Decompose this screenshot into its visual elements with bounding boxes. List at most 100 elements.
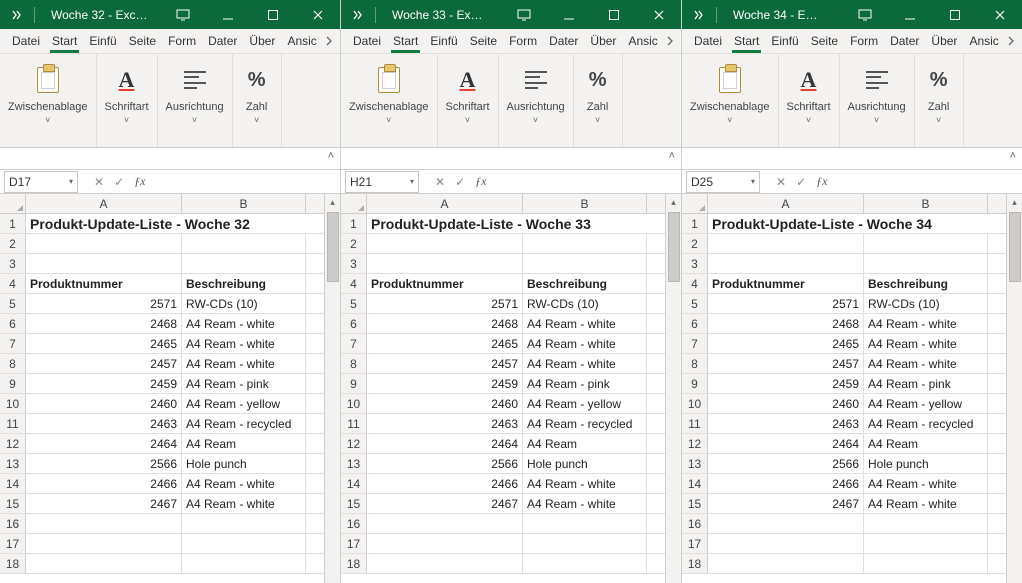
cell-a16[interactable] bbox=[708, 514, 864, 533]
name-box-dropdown-icon[interactable]: ▾ bbox=[69, 177, 73, 186]
maximize-button[interactable] bbox=[250, 0, 295, 29]
scroll-up-icon[interactable]: ▴ bbox=[1007, 194, 1022, 210]
column-header-a[interactable]: A bbox=[26, 194, 182, 213]
row-header-17[interactable]: 17 bbox=[341, 534, 367, 553]
menu-start[interactable]: Start bbox=[46, 30, 83, 52]
cell-b2[interactable] bbox=[182, 234, 306, 253]
autosave-icon[interactable] bbox=[351, 8, 365, 22]
cell-b3[interactable] bbox=[523, 254, 647, 273]
cell-a18[interactable] bbox=[26, 554, 182, 573]
cell-b5[interactable]: RW-CDs (10) bbox=[864, 294, 988, 313]
row-header-5[interactable]: 5 bbox=[341, 294, 367, 313]
cell-a14[interactable]: 2466 bbox=[708, 474, 864, 493]
ribbon-collapse-icon[interactable]: ˄ bbox=[1010, 150, 1016, 162]
ribbon-clipboard-dropdown-icon[interactable]: ˅ bbox=[727, 116, 732, 125]
cell-b2[interactable] bbox=[864, 234, 988, 253]
cell-a11[interactable]: 2463 bbox=[26, 414, 182, 433]
row-header-4[interactable]: 4 bbox=[341, 274, 367, 293]
accept-icon[interactable]: ✓ bbox=[455, 175, 465, 189]
cell-a18[interactable] bbox=[367, 554, 523, 573]
cell-b10[interactable]: A4 Ream - yellow bbox=[864, 394, 988, 413]
cell-b16[interactable] bbox=[182, 514, 306, 533]
row-header-14[interactable]: 14 bbox=[682, 474, 708, 493]
cell-b7[interactable]: A4 Ream - white bbox=[523, 334, 647, 353]
select-all-corner[interactable] bbox=[341, 194, 367, 213]
cell-a13[interactable]: 2566 bbox=[708, 454, 864, 473]
cell-a1[interactable]: Produkt-Update-Liste - Woche 34 bbox=[708, 214, 988, 233]
formula-input[interactable] bbox=[151, 171, 340, 193]
ribbon-alignment-dropdown-icon[interactable]: ˅ bbox=[874, 116, 879, 125]
cell-b18[interactable] bbox=[182, 554, 306, 573]
cell-b9[interactable]: A4 Ream - pink bbox=[182, 374, 306, 393]
ribbon-font-dropdown-icon[interactable]: ˅ bbox=[806, 116, 811, 125]
ribbon-alignment[interactable]: Ausrichtung˅ bbox=[499, 54, 574, 147]
close-button[interactable] bbox=[636, 0, 681, 29]
cell-a6[interactable]: 2468 bbox=[367, 314, 523, 333]
row-header-9[interactable]: 9 bbox=[341, 374, 367, 393]
row-header-17[interactable]: 17 bbox=[682, 534, 708, 553]
cell-b6[interactable]: A4 Ream - white bbox=[864, 314, 988, 333]
cell-a12[interactable]: 2464 bbox=[367, 434, 523, 453]
cell-b8[interactable]: A4 Ream - white bbox=[523, 354, 647, 373]
cell-a10[interactable]: 2460 bbox=[26, 394, 182, 413]
row-header-9[interactable]: 9 bbox=[0, 374, 26, 393]
minimize-button[interactable] bbox=[205, 0, 250, 29]
cell-a2[interactable] bbox=[708, 234, 864, 253]
cell-a9[interactable]: 2459 bbox=[367, 374, 523, 393]
row-header-6[interactable]: 6 bbox=[682, 314, 708, 333]
row-header-1[interactable]: 1 bbox=[341, 214, 367, 233]
row-header-2[interactable]: 2 bbox=[0, 234, 26, 253]
column-header-b[interactable]: B bbox=[523, 194, 647, 213]
ribbon-clipboard[interactable]: Zwischenablage˅ bbox=[341, 54, 438, 147]
row-header-12[interactable]: 12 bbox=[682, 434, 708, 453]
row-header-13[interactable]: 13 bbox=[0, 454, 26, 473]
row-header-13[interactable]: 13 bbox=[682, 454, 708, 473]
fx-icon[interactable]: ƒx bbox=[134, 174, 145, 189]
menu-form[interactable]: Form bbox=[503, 30, 543, 52]
cell-b7[interactable]: A4 Ream - white bbox=[182, 334, 306, 353]
display-mode-button[interactable] bbox=[842, 0, 887, 29]
row-header-7[interactable]: 7 bbox=[0, 334, 26, 353]
cell-b10[interactable]: A4 Ream - yellow bbox=[523, 394, 647, 413]
column-header-a[interactable]: A bbox=[708, 194, 864, 213]
cell-b9[interactable]: A4 Ream - pink bbox=[864, 374, 988, 393]
menu-form[interactable]: Form bbox=[162, 30, 202, 52]
cell-a2[interactable] bbox=[367, 234, 523, 253]
row-header-1[interactable]: 1 bbox=[682, 214, 708, 233]
minimize-button[interactable] bbox=[887, 0, 932, 29]
cell-a17[interactable] bbox=[708, 534, 864, 553]
cell-a14[interactable]: 2466 bbox=[26, 474, 182, 493]
cell-a11[interactable]: 2463 bbox=[367, 414, 523, 433]
minimize-button[interactable] bbox=[546, 0, 591, 29]
cell-a15[interactable]: 2467 bbox=[26, 494, 182, 513]
cell-a4[interactable]: Produktnummer bbox=[367, 274, 523, 293]
menu-dater[interactable]: Dater bbox=[543, 30, 584, 52]
cell-a8[interactable]: 2457 bbox=[26, 354, 182, 373]
cell-a3[interactable] bbox=[708, 254, 864, 273]
menu-ansic[interactable]: Ansic bbox=[622, 30, 663, 52]
ribbon-font[interactable]: ASchriftart˅ bbox=[97, 54, 158, 147]
ribbon-collapse-icon[interactable]: ˄ bbox=[669, 150, 675, 162]
menu-overflow-icon[interactable] bbox=[322, 34, 336, 48]
row-header-10[interactable]: 10 bbox=[682, 394, 708, 413]
menu-datei[interactable]: Datei bbox=[688, 30, 728, 52]
cell-a18[interactable] bbox=[708, 554, 864, 573]
ribbon-clipboard[interactable]: Zwischenablage˅ bbox=[682, 54, 779, 147]
row-header-5[interactable]: 5 bbox=[0, 294, 26, 313]
cell-a8[interactable]: 2457 bbox=[708, 354, 864, 373]
cell-a14[interactable]: 2466 bbox=[367, 474, 523, 493]
select-all-corner[interactable] bbox=[682, 194, 708, 213]
cell-a9[interactable]: 2459 bbox=[26, 374, 182, 393]
cell-b11[interactable]: A4 Ream - recycled bbox=[864, 414, 988, 433]
menu-über[interactable]: Über bbox=[243, 30, 281, 52]
row-header-5[interactable]: 5 bbox=[682, 294, 708, 313]
row-header-3[interactable]: 3 bbox=[341, 254, 367, 273]
maximize-button[interactable] bbox=[591, 0, 636, 29]
cell-a7[interactable]: 2465 bbox=[708, 334, 864, 353]
row-header-14[interactable]: 14 bbox=[341, 474, 367, 493]
ribbon-font[interactable]: ASchriftart˅ bbox=[438, 54, 499, 147]
fx-icon[interactable]: ƒx bbox=[475, 174, 486, 189]
accept-icon[interactable]: ✓ bbox=[796, 175, 806, 189]
menu-start[interactable]: Start bbox=[387, 30, 424, 52]
menu-ansic[interactable]: Ansic bbox=[963, 30, 1004, 52]
